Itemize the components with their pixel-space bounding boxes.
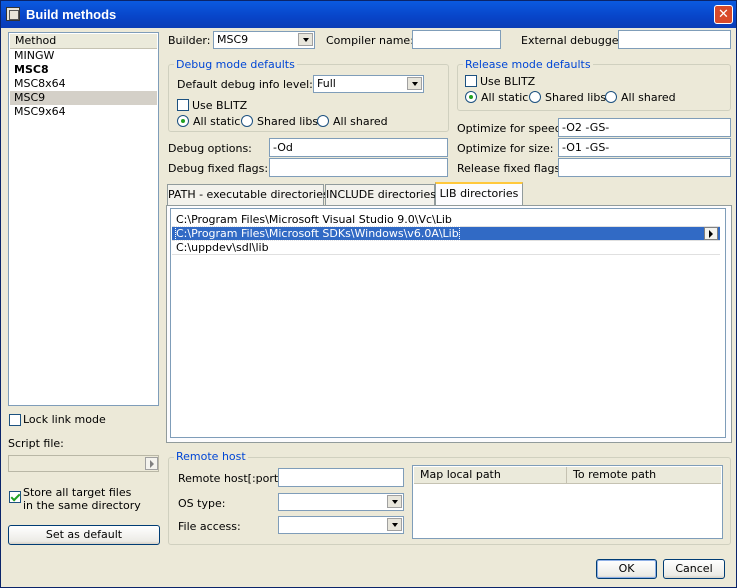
- tab-lib-directories[interactable]: LIB directories: [435, 182, 523, 206]
- tab-path-directories[interactable]: PATH - executable directories: [167, 184, 329, 205]
- optimize-speed-label: Optimize for speed:: [457, 122, 566, 135]
- debug-use-blitz-label: Use BLITZ: [192, 99, 248, 112]
- release-radio-all-shared-label: All shared: [621, 91, 676, 104]
- method-list[interactable]: Method MINGW MSC8 MSC8x64 MSC9 MSC9x64: [8, 32, 159, 406]
- release-fixed-flags-input[interactable]: [558, 158, 731, 177]
- close-button[interactable]: ✕: [714, 5, 733, 24]
- method-list-item[interactable]: MSC9x64: [10, 105, 157, 119]
- lock-link-label: Lock link mode: [23, 413, 106, 426]
- remote-host-label: Remote host[:port]:: [178, 472, 287, 485]
- app-icon: [6, 7, 20, 21]
- debug-radio-all-shared-label: All shared: [333, 115, 388, 128]
- method-list-item[interactable]: MSC8x64: [10, 77, 157, 91]
- debug-info-level-label: Default debug info level:: [177, 78, 313, 91]
- edit-button[interactable]: [704, 227, 718, 240]
- path-mapping-header: Map local path To remote path: [414, 467, 721, 484]
- debug-info-level-select[interactable]: Full: [313, 75, 424, 93]
- compiler-name-label: Compiler name:: [326, 34, 414, 47]
- lib-directories-list[interactable]: C:\Program Files\Microsoft Visual Studio…: [170, 208, 726, 438]
- builder-value: MSC9: [217, 33, 249, 46]
- remote-host-input[interactable]: [278, 468, 404, 487]
- debug-options-label: Debug options:: [168, 142, 252, 155]
- chevron-down-icon[interactable]: [387, 495, 402, 508]
- window-title: Build methods: [26, 7, 117, 22]
- script-file-browse-button[interactable]: [145, 457, 158, 470]
- debug-radio-all-shared[interactable]: [317, 115, 329, 127]
- release-radio-all-static-label: All static: [481, 91, 529, 104]
- set-as-default-button[interactable]: Set as default: [8, 525, 160, 545]
- tab-include-directories[interactable]: INCLUDE directories: [325, 184, 436, 205]
- store-all-label-line1: Store all target files: [23, 486, 132, 499]
- release-radio-all-static[interactable]: [465, 91, 477, 103]
- method-list-header[interactable]: Method: [10, 34, 157, 49]
- os-type-label: OS type:: [178, 497, 226, 510]
- release-radio-shared-libs-label: Shared libs: [545, 91, 607, 104]
- debug-fixed-flags-input[interactable]: [269, 158, 448, 177]
- debug-info-level-value: Full: [317, 77, 336, 90]
- file-access-label: File access:: [178, 520, 241, 533]
- ok-button[interactable]: OK: [596, 559, 657, 579]
- release-radio-shared-libs[interactable]: [529, 91, 541, 103]
- debug-fixed-flags-label: Debug fixed flags:: [168, 162, 269, 175]
- debug-radio-all-static-label: All static: [193, 115, 241, 128]
- optimize-size-label: Optimize for size:: [457, 142, 554, 155]
- script-file-field[interactable]: [8, 455, 159, 472]
- builder-label: Builder:: [168, 34, 211, 47]
- builder-select[interactable]: MSC9: [213, 31, 315, 49]
- store-all-label: Store all target files in the same direc…: [23, 486, 141, 512]
- chevron-down-icon[interactable]: [407, 77, 422, 90]
- cancel-button[interactable]: Cancel: [663, 559, 725, 579]
- compiler-name-input[interactable]: [412, 30, 501, 49]
- method-list-item[interactable]: MSC9: [10, 91, 157, 105]
- title-bar: Build methods ✕: [1, 1, 736, 28]
- chevron-down-icon[interactable]: [298, 33, 313, 46]
- debug-options-input[interactable]: -Od: [269, 138, 448, 157]
- release-use-blitz-label: Use BLITZ: [480, 75, 536, 88]
- lock-link-checkbox[interactable]: [9, 414, 21, 426]
- lib-directory-path: C:\Program Files\Microsoft SDKs\Windows\…: [175, 226, 460, 241]
- store-all-checkbox[interactable]: [9, 491, 21, 503]
- lib-directory-path: C:\Program Files\Microsoft Visual Studio…: [176, 213, 452, 226]
- store-all-label-line2: in the same directory: [23, 499, 141, 512]
- debug-radio-shared-libs-label: Shared libs: [257, 115, 319, 128]
- remote-host-title: Remote host: [174, 450, 248, 463]
- path-mapping-table[interactable]: Map local path To remote path: [412, 465, 723, 539]
- optimize-speed-input[interactable]: -O2 -GS-: [558, 118, 731, 137]
- debug-defaults-title: Debug mode defaults: [174, 58, 297, 71]
- lib-directory-path: C:\uppdev\sdl\lib: [176, 241, 269, 254]
- release-use-blitz-checkbox[interactable]: [465, 75, 477, 87]
- lib-directory-item[interactable]: C:\uppdev\sdl\lib: [172, 241, 720, 255]
- external-debugger-input[interactable]: [618, 30, 731, 49]
- column-to-remote-path[interactable]: To remote path: [567, 467, 721, 483]
- release-radio-all-shared[interactable]: [605, 91, 617, 103]
- file-access-select[interactable]: [278, 516, 404, 534]
- lib-directory-item[interactable]: C:\Program Files\Microsoft SDKs\Windows\…: [172, 226, 720, 241]
- arrow-right-icon: [709, 230, 713, 238]
- release-defaults-title: Release mode defaults: [463, 58, 593, 71]
- external-debugger-label: External debugger:: [521, 34, 627, 47]
- arrow-right-icon: [150, 460, 154, 468]
- chevron-down-icon[interactable]: [387, 518, 402, 531]
- release-fixed-flags-label: Release fixed flags:: [457, 162, 564, 175]
- optimize-size-input[interactable]: -O1 -GS-: [558, 138, 731, 157]
- debug-use-blitz-checkbox[interactable]: [177, 99, 189, 111]
- method-list-item[interactable]: MINGW: [10, 49, 157, 63]
- method-list-item[interactable]: MSC8: [10, 63, 157, 77]
- lib-directory-item[interactable]: C:\Program Files\Microsoft Visual Studio…: [172, 213, 720, 227]
- debug-radio-all-static[interactable]: [177, 115, 189, 127]
- script-file-label: Script file:: [8, 437, 64, 450]
- build-methods-dialog: Build methods ✕ Method MINGW MSC8 MSC8x64 M…: [0, 0, 737, 588]
- debug-radio-shared-libs[interactable]: [241, 115, 253, 127]
- tab-panel: C:\Program Files\Microsoft Visual Studio…: [166, 205, 732, 443]
- os-type-select[interactable]: [278, 493, 404, 511]
- column-map-local-path[interactable]: Map local path: [414, 467, 567, 483]
